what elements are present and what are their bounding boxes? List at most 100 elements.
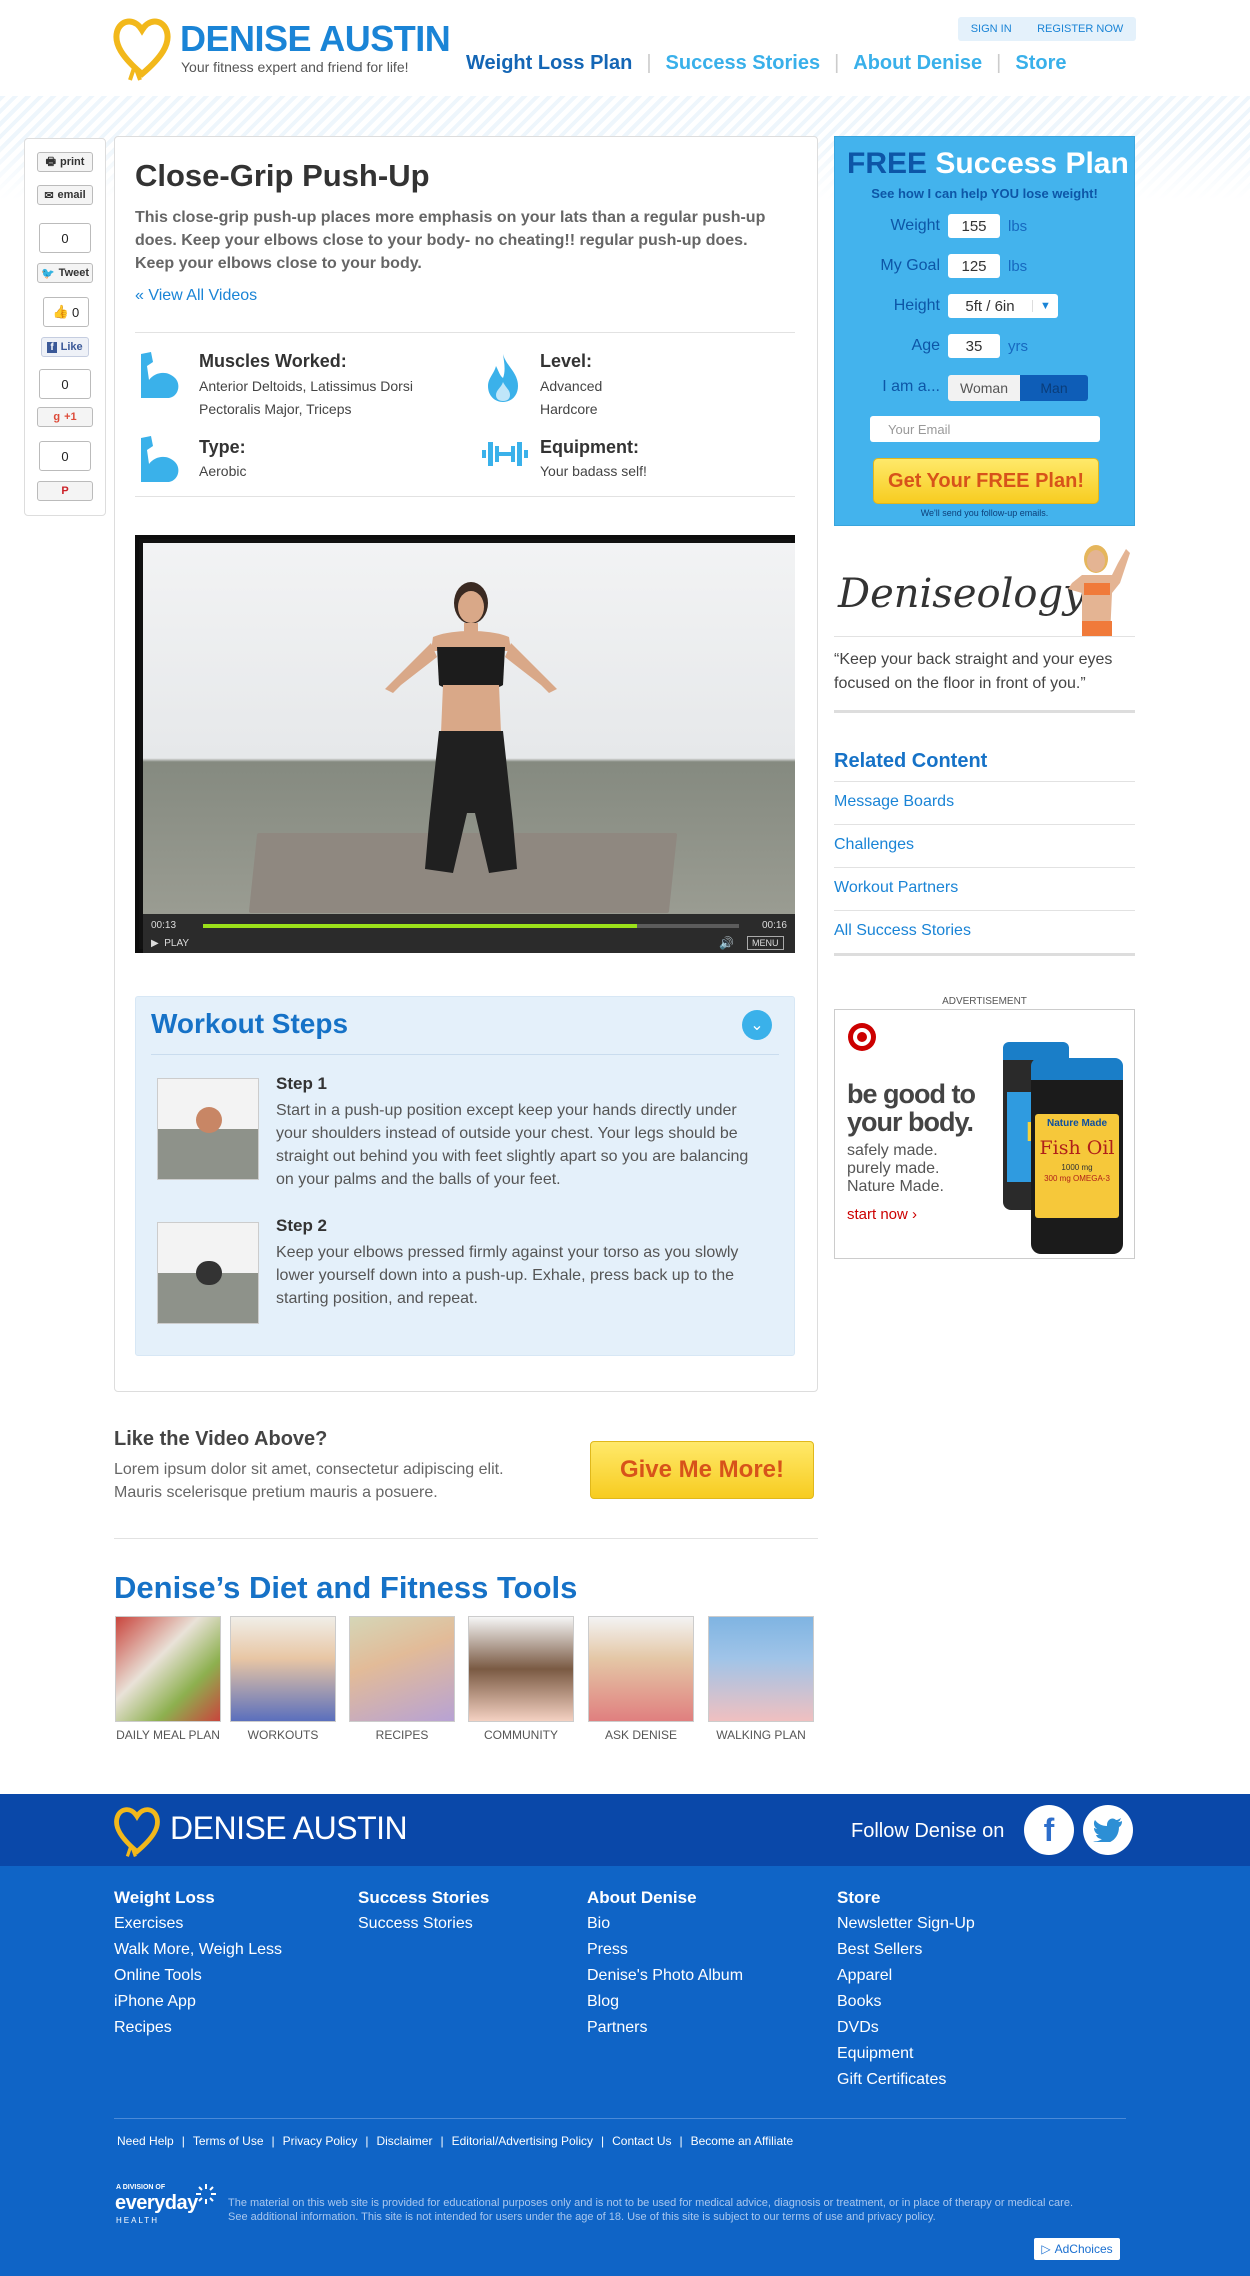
register-link[interactable]: REGISTER NOW xyxy=(1037,23,1123,35)
related-link-workout-partners[interactable]: Workout Partners xyxy=(834,879,1135,897)
man-option[interactable]: Man xyxy=(1020,375,1088,401)
tool-workouts-image[interactable] xyxy=(230,1616,336,1722)
footer-link[interactable]: Partners xyxy=(587,2019,647,2037)
facebook-like-button[interactable]: f Like xyxy=(41,337,89,357)
link-separator: | xyxy=(181,2134,185,2148)
privacy-link[interactable]: Privacy Policy xyxy=(283,2134,358,2148)
age-input[interactable]: 35 xyxy=(948,334,1000,358)
gplus-button[interactable]: g +1 xyxy=(37,407,93,427)
nav-weight-loss-plan[interactable]: Weight Loss Plan xyxy=(466,52,632,75)
tool-community-image[interactable] xyxy=(468,1616,574,1722)
need-help-link[interactable]: Need Help xyxy=(117,2134,174,2148)
tool-recipes-image[interactable] xyxy=(349,1616,455,1722)
link-separator: | xyxy=(365,2134,369,2148)
tool-label[interactable]: DAILY MEAL PLAN xyxy=(108,1728,228,1742)
weight-input[interactable]: 155 xyxy=(948,214,1000,238)
video-frame[interactable] xyxy=(143,543,795,914)
goal-input[interactable]: 125 xyxy=(948,254,1000,278)
ad-label: ADVERTISEMENT xyxy=(942,996,1027,1007)
editorial-policy-link[interactable]: Editorial/Advertising Policy xyxy=(452,2134,593,2148)
footer-link[interactable]: iPhone App xyxy=(114,1993,196,2011)
footer-col-weight-loss-head[interactable]: Weight Loss xyxy=(114,1888,215,1908)
footer-brand[interactable]: DENISE AUSTIN xyxy=(170,1810,408,1847)
brand-tagline: Your fitness expert and friend for life! xyxy=(181,59,409,75)
facebook-icon[interactable]: f xyxy=(1024,1805,1074,1855)
view-all-videos-link[interactable]: « View All Videos xyxy=(135,287,257,305)
woman-option[interactable]: Woman xyxy=(948,375,1020,401)
footer-link[interactable]: Equipment xyxy=(837,2045,914,2063)
tool-label[interactable]: WORKOUTS xyxy=(223,1728,343,1742)
nav-success-stories[interactable]: Success Stories xyxy=(666,52,821,75)
adchoices-button[interactable]: ▷ AdChoices xyxy=(1034,2238,1120,2260)
twitter-icon[interactable] xyxy=(1083,1805,1133,1855)
like-count-box: 👍 0 xyxy=(43,297,89,327)
play-button[interactable]: ▶ PLAY xyxy=(151,938,189,949)
footer-link[interactable]: Bio xyxy=(587,1915,610,1933)
footer-link[interactable]: Denise's Photo Album xyxy=(587,1967,743,1985)
video-progress-track[interactable] xyxy=(203,924,739,928)
footer-link[interactable]: Success Stories xyxy=(358,1915,473,1933)
chevron-down-icon[interactable]: ⌄ xyxy=(742,1010,772,1040)
tweet-label: Tweet xyxy=(58,267,90,279)
footer-col-about-denise-head[interactable]: About Denise xyxy=(587,1888,697,1908)
footer-link[interactable]: Gift Certificates xyxy=(837,2071,946,2089)
muscles-value-1: Anterior Deltoids, Latissimus Dorsi xyxy=(199,378,413,394)
disclaimer-link[interactable]: Disclaimer xyxy=(376,2134,432,2148)
tool-ask-denise-image[interactable] xyxy=(588,1616,694,1722)
video-progress-fill xyxy=(203,924,638,928)
volume-icon[interactable]: 🔊 xyxy=(719,936,734,950)
gender-toggle: Woman Man xyxy=(948,375,1088,401)
menu-button[interactable]: MENU xyxy=(747,936,784,950)
brand-name[interactable]: DENISE AUSTIN xyxy=(180,18,451,60)
tweet-button[interactable]: 🐦 Tweet xyxy=(37,263,93,283)
footer-link[interactable]: Recipes xyxy=(114,2019,172,2037)
footer-link[interactable]: Apparel xyxy=(837,1967,892,1985)
heart-logo-icon[interactable] xyxy=(113,1802,161,1858)
sign-in-link[interactable]: SIGN IN xyxy=(971,23,1012,35)
height-select[interactable]: 5ft / 6in ▼ xyxy=(948,294,1058,318)
footer-link[interactable]: DVDs xyxy=(837,2019,879,2037)
email-button[interactable]: ✉ email xyxy=(37,185,93,205)
tool-walking-plan-image[interactable] xyxy=(708,1616,814,1722)
footer-link[interactable]: Blog xyxy=(587,1993,619,2011)
heart-logo-icon[interactable] xyxy=(112,12,172,82)
ad-cta-link[interactable]: start now › xyxy=(847,1206,917,1223)
footer-link[interactable]: Newsletter Sign-Up xyxy=(837,1915,975,1933)
related-link-challenges[interactable]: Challenges xyxy=(834,836,1135,854)
footer-link[interactable]: Online Tools xyxy=(114,1967,202,1985)
contact-link[interactable]: Contact Us xyxy=(612,2134,671,2148)
step-1-thumbnail[interactable] xyxy=(157,1078,259,1180)
video-player[interactable]: 00:13 00:16 ▶ PLAY 🔊 MENU xyxy=(135,535,795,953)
envelope-icon: ✉ xyxy=(44,189,54,202)
footer-link[interactable]: Walk More, Weigh Less xyxy=(114,1941,282,1959)
print-button[interactable]: 🖶 print xyxy=(37,152,93,172)
related-link-message-boards[interactable]: Message Boards xyxy=(834,793,1135,811)
divider xyxy=(834,636,1135,637)
advertisement[interactable]: be good to your body. safely made. purel… xyxy=(834,1009,1135,1259)
email-input[interactable]: Your Email xyxy=(870,416,1100,442)
twitter-icon: 🐦 xyxy=(40,267,55,280)
tool-label[interactable]: ASK DENISE xyxy=(581,1728,701,1742)
tool-daily-meal-plan-image[interactable] xyxy=(115,1616,221,1722)
step-2-thumbnail[interactable] xyxy=(157,1222,259,1324)
everyday-health-logo[interactable]: everyday xyxy=(115,2192,198,2215)
footer-link[interactable]: Best Sellers xyxy=(837,1941,922,1959)
give-me-more-button[interactable]: Give Me More! xyxy=(590,1441,814,1499)
footer-link[interactable]: Press xyxy=(587,1941,628,1959)
get-free-plan-button[interactable]: Get Your FREE Plan! xyxy=(873,458,1099,504)
time-elapsed: 00:13 xyxy=(151,920,177,931)
footer-col-store-head[interactable]: Store xyxy=(837,1888,880,1908)
footer-col-success-stories-head[interactable]: Success Stories xyxy=(358,1888,489,1908)
pinterest-button[interactable]: P xyxy=(37,481,93,501)
affiliate-link[interactable]: Become an Affiliate xyxy=(691,2134,794,2148)
footer-link[interactable]: Exercises xyxy=(114,1915,183,1933)
tool-label[interactable]: RECIPES xyxy=(342,1728,462,1742)
tool-label[interactable]: WALKING PLAN xyxy=(701,1728,821,1742)
related-link-all-success-stories[interactable]: All Success Stories xyxy=(834,922,1135,940)
terms-link[interactable]: Terms of Use xyxy=(193,2134,264,2148)
tool-label[interactable]: COMMUNITY xyxy=(461,1728,581,1742)
deniseology-banner[interactable]: Deniseology xyxy=(834,543,1135,637)
footer-link[interactable]: Books xyxy=(837,1993,881,2011)
nav-store[interactable]: Store xyxy=(1015,52,1066,75)
nav-about-denise[interactable]: About Denise xyxy=(853,52,982,75)
